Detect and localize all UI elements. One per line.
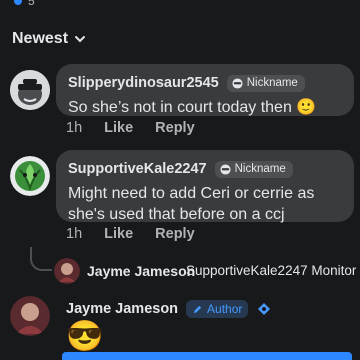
comment-timestamp[interactable]: 1h: [66, 120, 82, 136]
pencil-icon: [193, 305, 202, 313]
reply-button[interactable]: Reply: [155, 226, 195, 242]
sunglasses-avatar-icon: [10, 70, 50, 110]
comment-author[interactable]: Jayme Jameson: [66, 301, 178, 317]
comment-author[interactable]: SupportiveKale2247: [68, 161, 207, 177]
comment-actions: 1h Like Reply: [66, 226, 195, 242]
reaction-summary[interactable]: 5: [12, 0, 35, 8]
avatar[interactable]: [10, 156, 50, 196]
emoji-reply: 😎: [66, 320, 104, 353]
comment-timestamp[interactable]: 1h: [66, 226, 82, 242]
nickname-icon: [220, 163, 231, 175]
verified-diamond-icon: [258, 303, 271, 315]
comment-bubble: Slipperydinosaur2545 Nickname So she’s n…: [56, 64, 354, 116]
avatar[interactable]: [10, 70, 50, 110]
chevron-down-icon: [75, 36, 86, 43]
comment-bubble: SupportiveKale2247 Nickname Might need t…: [56, 150, 354, 223]
comment-text: So she’s not in court today then 🙂: [68, 99, 317, 116]
nickname-badge: Nickname: [226, 74, 305, 92]
reply-snippet: SupportiveKale2247 Monitor...: [186, 263, 356, 278]
comment-actions: 1h Like Reply: [66, 120, 195, 136]
comment-text: Might need to add Ceri or cerrie as she'…: [68, 185, 315, 223]
comment-author[interactable]: Slipperydinosaur2545: [68, 75, 219, 91]
profile-photo-icon: [10, 296, 50, 336]
reaction-count: 5: [28, 0, 35, 8]
author-name-line: Jayme Jameson Author: [66, 300, 272, 318]
nickname-icon: [232, 77, 243, 89]
thread-connector: [30, 247, 52, 271]
like-button[interactable]: Like: [104, 120, 133, 136]
nickname-badge: Nickname: [214, 160, 293, 178]
reply-thread-preview[interactable]: Jayme Jameson SupportiveKale2247 Monitor…: [0, 247, 360, 289]
attachment-preview[interactable]: [62, 352, 352, 360]
reply-button[interactable]: Reply: [155, 120, 195, 136]
comment-sort-dropdown[interactable]: Newest: [12, 30, 86, 48]
avatar: [54, 258, 80, 284]
profile-photo-icon: [54, 258, 80, 284]
author-badge: Author: [186, 300, 249, 318]
kale-avatar-icon: [10, 156, 50, 196]
sort-label: Newest: [12, 30, 69, 47]
reply-author: Jayme Jameson: [87, 263, 196, 279]
like-reaction-icon: [12, 0, 24, 7]
like-button[interactable]: Like: [104, 226, 133, 242]
avatar[interactable]: [10, 296, 50, 336]
